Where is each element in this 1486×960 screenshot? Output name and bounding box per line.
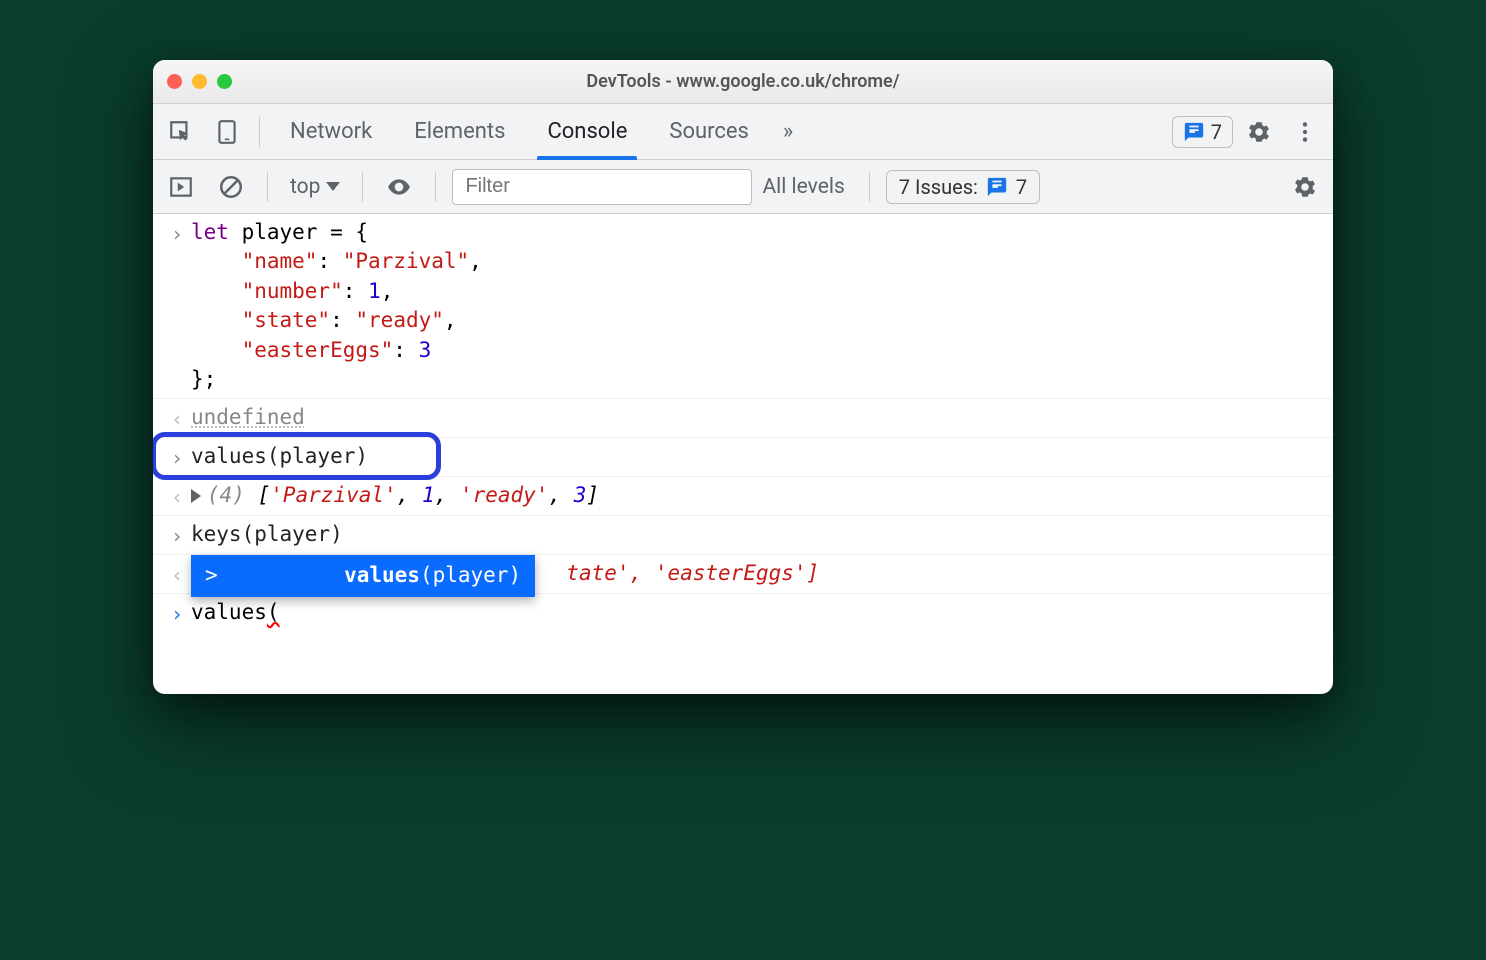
- device-toggle-icon[interactable]: [207, 112, 247, 152]
- console-input-row: › let player = { "name": "Parzival", "nu…: [153, 214, 1333, 399]
- prompt-arrow-icon: ›: [163, 598, 191, 628]
- tab-sources[interactable]: Sources: [651, 104, 767, 160]
- context-selector[interactable]: top: [284, 175, 346, 199]
- values-call[interactable]: values(player): [191, 442, 1323, 471]
- tab-elements[interactable]: Elements: [396, 104, 523, 160]
- prompt-arrow-icon: ›: [163, 442, 191, 472]
- divider: [362, 172, 363, 202]
- messages-badge[interactable]: 7: [1172, 116, 1233, 148]
- console-result-row: ‹ XXtate', 'easterEggs'] > values(player…: [153, 555, 1333, 594]
- values-result[interactable]: (4) ['Parzival', 1, 'ready', 3]: [191, 481, 1323, 510]
- divider: [435, 172, 436, 202]
- result-arrow-icon: ‹: [163, 559, 191, 589]
- expand-icon[interactable]: [191, 489, 201, 503]
- console-output[interactable]: › let player = { "name": "Parzival", "nu…: [153, 214, 1333, 694]
- chevron-down-icon: [326, 182, 340, 191]
- messages-count: 7: [1211, 120, 1222, 144]
- live-expression-icon[interactable]: [379, 167, 419, 207]
- tab-console[interactable]: Console: [529, 104, 645, 160]
- context-label: top: [290, 175, 320, 199]
- keys-result[interactable]: XXtate', 'easterEggs'] > values(player): [191, 559, 1323, 588]
- traffic-lights: [167, 74, 232, 89]
- console-prompt-input[interactable]: values(: [191, 598, 1323, 627]
- tab-overflow[interactable]: »: [773, 104, 803, 160]
- issues-count: 7: [1016, 175, 1027, 199]
- levels-label: All levels: [762, 175, 844, 199]
- filter-input[interactable]: [452, 169, 752, 205]
- keys-call[interactable]: keys(player): [191, 520, 1323, 549]
- console-result-row: ‹ undefined: [153, 399, 1333, 438]
- code-block[interactable]: let player = { "name": "Parzival", "numb…: [191, 218, 1323, 394]
- maximize-window-button[interactable]: [217, 74, 232, 89]
- log-levels-selector[interactable]: All levels: [762, 175, 852, 199]
- undefined-result: undefined: [191, 403, 1323, 432]
- prompt-arrow-icon: ›: [163, 520, 191, 550]
- divider: [259, 117, 260, 147]
- clear-console-icon[interactable]: [211, 167, 251, 207]
- prompt-arrow-icon: ›: [163, 218, 191, 248]
- more-vert-icon[interactable]: [1285, 112, 1325, 152]
- window-title: DevTools - www.google.co.uk/chrome/: [153, 71, 1333, 92]
- result-arrow-icon: ‹: [163, 481, 191, 511]
- console-filter-bar: top All levels 7 Issues: 7: [153, 160, 1333, 214]
- issues-label: 7 Issues:: [899, 175, 978, 199]
- tab-network[interactable]: Network: [272, 104, 390, 160]
- console-prompt-row[interactable]: › values(: [153, 594, 1333, 632]
- result-arrow-icon: ‹: [163, 403, 191, 433]
- inspect-element-icon[interactable]: [161, 112, 201, 152]
- tab-bar: Network Elements Console Sources » 7: [153, 104, 1333, 160]
- divider: [869, 172, 870, 202]
- sidebar-toggle-icon[interactable]: [161, 167, 201, 207]
- console-settings-gear-icon[interactable]: [1285, 167, 1325, 207]
- settings-gear-icon[interactable]: [1239, 112, 1279, 152]
- minimize-window-button[interactable]: [192, 74, 207, 89]
- console-result-row: ‹ (4) ['Parzival', 1, 'ready', 3]: [153, 477, 1333, 516]
- title-bar: DevTools - www.google.co.uk/chrome/: [153, 60, 1333, 104]
- console-input-row: › keys(player): [153, 516, 1333, 555]
- divider: [267, 172, 268, 202]
- close-window-button[interactable]: [167, 74, 182, 89]
- console-input-row: › values(player): [153, 438, 1333, 477]
- devtools-window: DevTools - www.google.co.uk/chrome/ Netw…: [153, 60, 1333, 694]
- issues-badge[interactable]: 7 Issues: 7: [886, 170, 1040, 204]
- autocomplete-popup[interactable]: > values(player): [191, 555, 535, 596]
